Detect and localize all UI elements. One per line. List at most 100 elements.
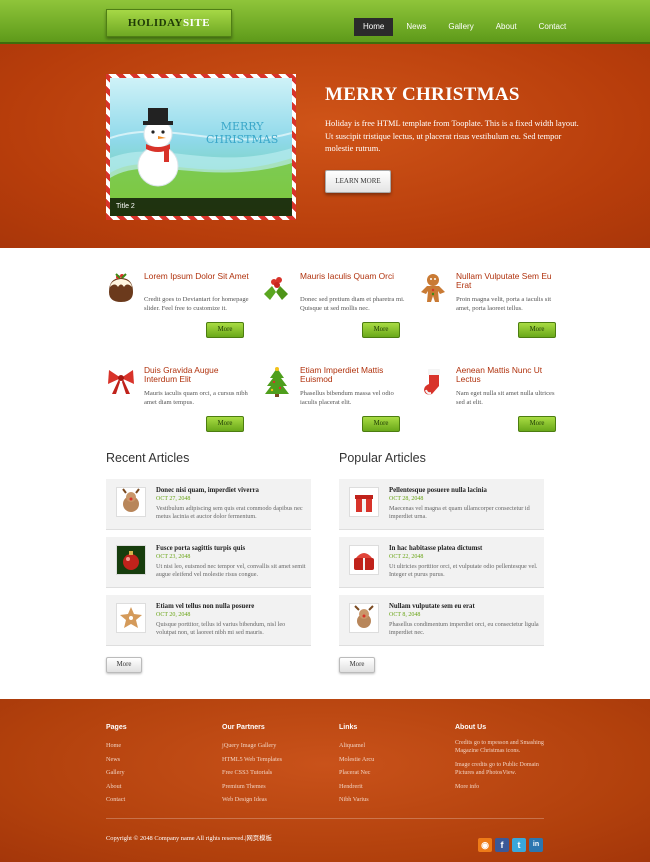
footer-about-text: Credits go to mpesson and Smashing Magaz… [455, 739, 555, 791]
nav-home[interactable]: Home [354, 18, 394, 36]
feature-text: Proin magna velit, porta a iaculis sit a… [456, 296, 552, 312]
article-date: OCT 22, 2048 [389, 554, 424, 560]
nav-about[interactable]: About [487, 18, 526, 36]
article-item[interactable]: In hac habitasse platea dictumst OCT 22,… [339, 537, 544, 588]
footer-divider [106, 818, 544, 819]
about-more-link[interactable]: More info [455, 783, 555, 791]
site-logo[interactable]: HOLIDAYSITE [106, 9, 232, 37]
learn-more-button[interactable]: LEARN MORE [325, 170, 391, 193]
footer-links-title: Links [339, 724, 358, 731]
reindeer2-image [354, 605, 374, 628]
feature-item: Nullam Vulputate Sem Eu Erat Proin magna… [418, 272, 558, 342]
article-item[interactable]: Fusce porta sagittis turpis quis OCT 23,… [106, 537, 311, 588]
feature-item: Mauris Iaculis Quam Orci Donec sed preti… [262, 271, 405, 342]
footer-partners: Our Partners jQuery Image Gallery HTML5 … [222, 724, 332, 807]
recent-more-button[interactable]: More [106, 657, 142, 673]
feature-more-button[interactable]: More [362, 416, 400, 432]
feature-item: Etiam Imperdiet Mattis Euismod Phasellus… [262, 366, 402, 436]
footer-about: About Us Credits go to mpesson and Smash… [455, 724, 565, 796]
footer-link-about[interactable]: About [106, 780, 216, 794]
nav-contact[interactable]: Contact [530, 18, 576, 36]
article-title[interactable]: Donec nisi quam, imperdiet viverra [156, 487, 259, 494]
ornament-image [123, 551, 139, 570]
reindeer2-thumb [349, 603, 379, 633]
about-credits-2: Image credits go to Public Domain Pictur… [455, 761, 539, 777]
article-item[interactable]: Nullam vulputate sem eu erat OCT 8, 2048… [339, 595, 544, 646]
nav-news[interactable]: News [397, 18, 435, 36]
footer-link-contact[interactable]: Contact [106, 793, 216, 807]
feature-more-button[interactable]: More [362, 322, 400, 338]
article-item[interactable]: Pellentesque posuere nulla lacinia OCT 2… [339, 479, 544, 530]
feature-item: Lorem Ipsum Dolor Sit Amet Credit goes t… [106, 272, 249, 342]
article-title[interactable]: Nullam vulputate sem eu erat [389, 603, 475, 610]
footer-link-home[interactable]: Home [106, 739, 216, 753]
feature-title: Mauris Iaculis Quam Orci [300, 271, 395, 281]
facebook-icon[interactable]: f [495, 838, 509, 852]
article-title[interactable]: Fusce porta sagittis turpis quis [156, 545, 245, 552]
twitter-icon[interactable]: t [512, 838, 526, 852]
holly-icon [264, 277, 288, 300]
slide-greeting-line2: CHRISTMAS [206, 133, 279, 146]
footer-partners-title: Our Partners [222, 724, 265, 731]
article-date: OCT 20, 2048 [156, 612, 191, 618]
article-text: Phasellus condimentum imperdiet orci, eu… [389, 621, 539, 636]
article-item[interactable]: Donec nisi quam, imperdiet viverra OCT 2… [106, 479, 311, 530]
feature-text: Donec sed pretium diam et pharetra mi. Q… [300, 296, 405, 312]
footer-partner-link[interactable]: HTML5 Web Templates [222, 753, 332, 767]
feature-title: Duis Gravida Augue Interdum Elit [144, 365, 219, 384]
feature-text: Credit goes to Deviantart for homepage s… [144, 296, 249, 312]
nav-gallery[interactable]: Gallery [439, 18, 482, 36]
tree-icon [265, 367, 289, 397]
logo-main: HOLIDAY [127, 17, 183, 29]
footer-link[interactable]: Hendrerit [339, 780, 449, 794]
article-item[interactable]: Etiam vel tellus non nulla posuere OCT 2… [106, 595, 311, 646]
feature-title: Aenean Mattis Nunc Ut Lectus [456, 365, 543, 384]
footer-pages-title: Pages [106, 724, 127, 731]
article-date: OCT 28, 2048 [389, 496, 424, 502]
footer-link-gallery[interactable]: Gallery [106, 766, 216, 780]
recent-articles-title: Recent Articles [106, 451, 190, 465]
cookie-thumb [116, 603, 146, 633]
feature-text: Nam eget nulla sit amet nulla ultrices s… [456, 390, 555, 406]
footer-link[interactable]: Nibh Varius [339, 793, 449, 807]
footer-pages: Pages Home News Gallery About Contact [106, 724, 216, 807]
footer-partner-link[interactable]: Free CSS3 Tutorials [222, 766, 332, 780]
present-image [354, 553, 374, 570]
header: HOLIDAYSITE Home News Gallery About Cont… [0, 0, 650, 44]
stocking-icon [424, 369, 440, 395]
feature-title: Etiam Imperdiet Mattis Euismod [300, 365, 384, 384]
article-text: Quisque porttitor, tellus id varius bibe… [156, 621, 286, 636]
ornament-thumb [116, 545, 146, 575]
article-text: Vestibulum adipiscing sem quis erat comm… [156, 505, 303, 520]
footer-link[interactable]: Aliquamel [339, 739, 449, 753]
copyright: Copyright © 2048 Company name All rights… [106, 835, 272, 842]
feature-text: Phasellus bibendum massa vel odio iaculi… [300, 390, 394, 406]
footer-link[interactable]: Placerat Nec [339, 766, 449, 780]
footer-links: Links Aliquamel Molestie Arcu Placerat N… [339, 724, 449, 807]
footer-about-title: About Us [455, 724, 487, 731]
hero-title: MERRY CHRISTMAS [325, 84, 520, 105]
footer-link[interactable]: Molestie Arcu [339, 753, 449, 767]
footer-partner-link[interactable]: jQuery Image Gallery [222, 739, 332, 753]
reindeer-image [122, 488, 140, 512]
hero-slider[interactable]: MERRY CHRISTMAS Title 2 [106, 74, 296, 220]
about-credits-1: Credits go to mpesson and Smashing Magaz… [455, 740, 544, 755]
popular-more-button[interactable]: More [339, 657, 375, 673]
rss-icon[interactable]: ◉ [478, 838, 492, 852]
article-title[interactable]: Etiam vel tellus non nulla posuere [156, 603, 254, 610]
feature-item: Duis Gravida Augue Interdum Elit Mauris … [106, 365, 248, 436]
feature-more-button[interactable]: More [518, 322, 556, 338]
reindeer-thumb [116, 487, 146, 517]
footer-partner-link[interactable]: Web Design Ideas [222, 793, 332, 807]
article-date: OCT 27, 2048 [156, 496, 191, 502]
footer-partner-link[interactable]: Premium Themes [222, 780, 332, 794]
linkedin-icon[interactable]: in [529, 838, 543, 852]
article-title[interactable]: In hac habitasse platea dictumst [389, 545, 482, 552]
feature-more-button[interactable]: More [518, 416, 556, 432]
present-thumb [349, 545, 379, 575]
article-title[interactable]: Pellentesque posuere nulla lacinia [389, 487, 487, 494]
footer-link-news[interactable]: News [106, 753, 216, 767]
feature-more-button[interactable]: More [206, 322, 244, 338]
feature-title: Nullam Vulputate Sem Eu Erat [456, 271, 552, 290]
feature-more-button[interactable]: More [206, 416, 244, 432]
